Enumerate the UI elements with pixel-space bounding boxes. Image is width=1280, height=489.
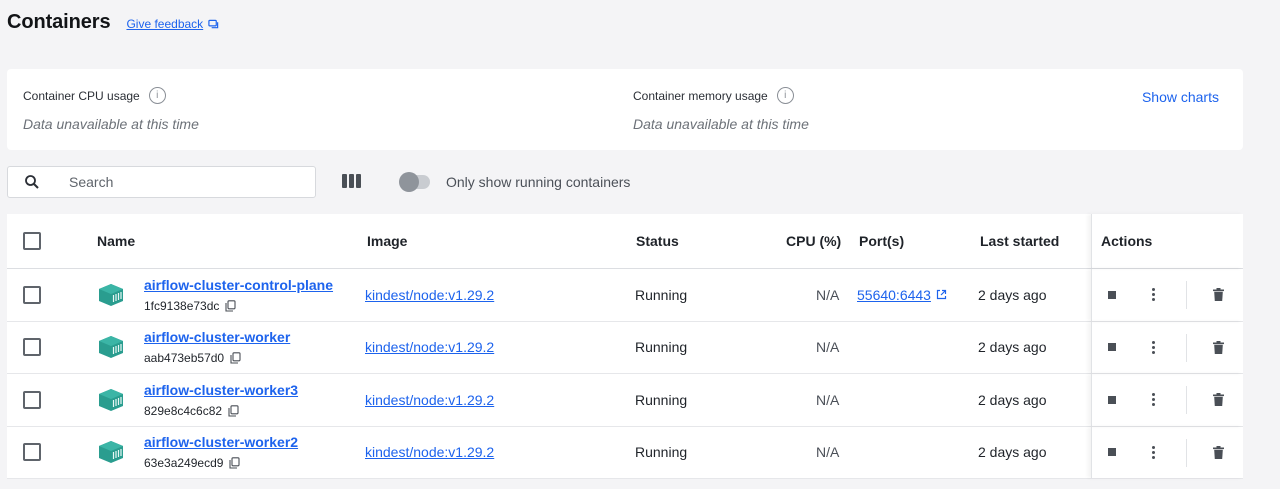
container-icon bbox=[99, 283, 123, 306]
container-id: 63e3a249ecd9 bbox=[144, 456, 224, 471]
containers-table: Name Image Status CPU (%) Port(s) Last s… bbox=[7, 214, 1243, 479]
row-checkbox[interactable] bbox=[23, 338, 41, 357]
toolbar: Only show running containers bbox=[7, 166, 630, 198]
select-all-checkbox[interactable] bbox=[23, 232, 41, 250]
copy-icon[interactable] bbox=[228, 405, 239, 417]
row-checkbox[interactable] bbox=[23, 443, 41, 462]
copy-icon[interactable] bbox=[225, 300, 236, 312]
table-row[interactable]: airflow-cluster-worker aab473eb57d0 kind… bbox=[7, 321, 1243, 374]
column-header-last-started[interactable]: Last started bbox=[980, 214, 1059, 268]
table-row[interactable]: airflow-cluster-worker2 63e3a249ecd9 kin… bbox=[7, 426, 1243, 479]
column-header-name[interactable]: Name bbox=[97, 214, 135, 268]
container-icon bbox=[99, 441, 123, 464]
last-started-value: 2 days ago bbox=[978, 391, 1047, 408]
more-options-icon[interactable] bbox=[1152, 445, 1155, 459]
container-icon bbox=[99, 388, 123, 411]
give-feedback-link[interactable]: Give feedback bbox=[126, 17, 219, 31]
stats-card: Container CPU usage i Data unavailable a… bbox=[7, 69, 1243, 150]
image-link[interactable]: kindest/node:v1.29.2 bbox=[365, 322, 494, 374]
trash-icon[interactable] bbox=[1213, 445, 1224, 459]
more-options-icon[interactable] bbox=[1152, 340, 1155, 354]
memory-usage-value: Data unavailable at this time bbox=[633, 116, 809, 132]
container-id: 1fc9138e73dc bbox=[144, 298, 220, 313]
stop-icon[interactable] bbox=[1108, 290, 1116, 299]
column-header-ports[interactable]: Port(s) bbox=[859, 214, 904, 268]
more-options-icon[interactable] bbox=[1152, 393, 1155, 407]
container-name-link[interactable]: airflow-cluster-worker2 bbox=[144, 434, 298, 450]
container-icon bbox=[99, 336, 123, 359]
info-icon[interactable]: i bbox=[776, 87, 794, 104]
copy-icon[interactable] bbox=[229, 457, 240, 469]
cpu-usage-label: Container CPU usage bbox=[23, 88, 140, 103]
container-name-link[interactable]: airflow-cluster-control-plane bbox=[144, 277, 333, 293]
memory-usage-stat: Container memory usage i Data unavailabl… bbox=[633, 87, 809, 132]
running-only-label: Only show running containers bbox=[446, 174, 631, 190]
status-text: Running bbox=[635, 286, 688, 303]
trash-icon[interactable] bbox=[1213, 393, 1224, 407]
show-charts-button[interactable]: Show charts bbox=[1142, 89, 1219, 105]
give-feedback-label[interactable]: Give feedback bbox=[126, 17, 203, 31]
page-title: Containers bbox=[7, 11, 111, 33]
columns-icon[interactable] bbox=[342, 174, 362, 190]
container-name-link[interactable]: airflow-cluster-worker bbox=[144, 329, 290, 345]
last-started-value: 2 days ago bbox=[978, 286, 1047, 303]
stop-icon[interactable] bbox=[1108, 448, 1116, 457]
search-input[interactable] bbox=[69, 174, 289, 190]
image-link[interactable]: kindest/node:v1.29.2 bbox=[365, 427, 494, 479]
column-header-status[interactable]: Status bbox=[636, 214, 679, 268]
cpu-value: N/A bbox=[816, 444, 840, 461]
page-header: Containers Give feedback bbox=[7, 11, 219, 34]
trash-icon[interactable] bbox=[1213, 288, 1224, 302]
row-checkbox[interactable] bbox=[23, 285, 41, 304]
copy-icon[interactable] bbox=[230, 352, 241, 364]
last-started-value: 2 days ago bbox=[978, 444, 1047, 461]
stop-icon[interactable] bbox=[1108, 343, 1116, 352]
container-id: aab473eb57d0 bbox=[144, 351, 225, 366]
cpu-value: N/A bbox=[816, 391, 840, 408]
column-header-cpu[interactable]: CPU (%) bbox=[786, 214, 841, 268]
more-options-icon[interactable] bbox=[1152, 288, 1155, 302]
cpu-value: N/A bbox=[816, 286, 840, 303]
running-only-toggle[interactable] bbox=[399, 172, 430, 192]
container-name-link[interactable]: airflow-cluster-worker3 bbox=[144, 382, 298, 398]
cpu-usage-value: Data unavailable at this time bbox=[23, 116, 199, 132]
status-text: Running bbox=[635, 444, 688, 461]
search-box[interactable] bbox=[7, 166, 316, 198]
port-link[interactable]: 55640:6443 bbox=[857, 269, 947, 321]
port-link-label[interactable]: 55640:6443 bbox=[857, 287, 931, 303]
container-id: 829e8c4c6c82 bbox=[144, 403, 223, 418]
status-text: Running bbox=[635, 391, 688, 408]
info-icon[interactable]: i bbox=[148, 87, 166, 104]
stop-icon[interactable] bbox=[1108, 395, 1116, 404]
feedback-icon bbox=[208, 19, 219, 28]
row-checkbox[interactable] bbox=[23, 390, 41, 409]
memory-usage-label: Container memory usage bbox=[633, 88, 768, 103]
table-header-row: Name Image Status CPU (%) Port(s) Last s… bbox=[7, 214, 1243, 269]
image-link[interactable]: kindest/node:v1.29.2 bbox=[365, 374, 494, 426]
external-link-icon[interactable] bbox=[936, 289, 947, 300]
table-row[interactable]: airflow-cluster-worker3 829e8c4c6c82 kin… bbox=[7, 374, 1243, 427]
status-text: Running bbox=[635, 339, 688, 356]
search-icon bbox=[25, 175, 39, 189]
last-started-value: 2 days ago bbox=[978, 339, 1047, 356]
column-header-actions: Actions bbox=[1101, 233, 1153, 249]
column-header-image[interactable]: Image bbox=[367, 214, 407, 268]
image-link[interactable]: kindest/node:v1.29.2 bbox=[365, 269, 494, 321]
table-row[interactable]: airflow-cluster-control-plane 1fc9138e73… bbox=[7, 269, 1243, 322]
cpu-value: N/A bbox=[816, 339, 840, 356]
trash-icon[interactable] bbox=[1213, 340, 1224, 354]
cpu-usage-stat: Container CPU usage i Data unavailable a… bbox=[23, 87, 199, 132]
